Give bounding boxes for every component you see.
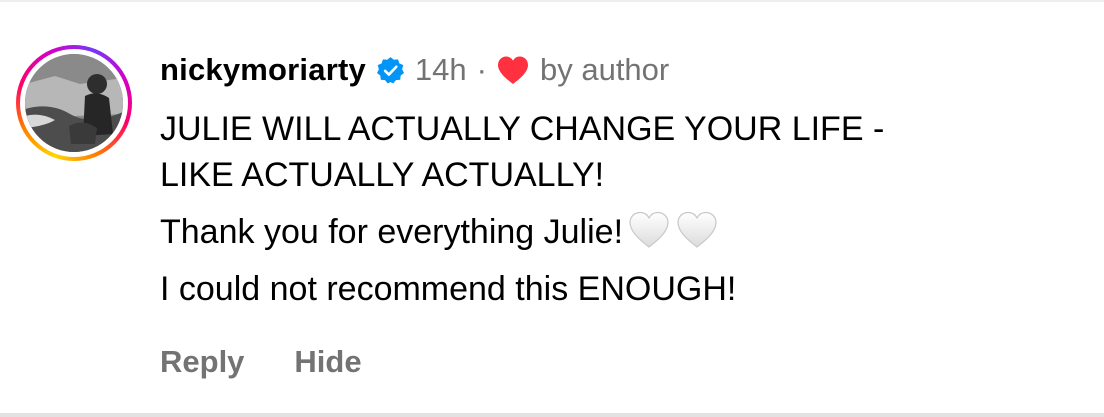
white-heart-icon: [675, 210, 719, 250]
comment-line: LIKE ACTUALLY ACTUALLY!: [160, 156, 605, 194]
verified-badge-icon: [376, 56, 405, 85]
comment-text: JULIE WILL ACTUALLY CHANGE YOUR LIFE - L…: [160, 106, 1090, 312]
comment-line: JULIE WILL ACTUALLY CHANGE YOUR LIFE -: [160, 110, 885, 148]
separator-dot: ·: [476, 52, 487, 87]
avatar[interactable]: [25, 54, 123, 152]
red-heart-icon: [496, 55, 530, 85]
liked-by-author-label: by author: [539, 52, 670, 87]
reply-button[interactable]: Reply: [160, 344, 244, 380]
hide-button[interactable]: Hide: [294, 344, 361, 380]
comment-actions: Reply Hide: [160, 344, 362, 380]
comment-line-text: Thank you for everything Julie!: [160, 213, 624, 251]
comment-line: I could not recommend this ENOUGH!: [160, 270, 737, 308]
comment: nickymoriarty 14h · by author JULIE WILL…: [0, 0, 1104, 413]
comment-header: nickymoriarty 14h · by author: [160, 50, 669, 90]
avatar-photo: [25, 54, 123, 152]
username-link[interactable]: nickymoriarty: [160, 52, 366, 88]
bottom-divider: [0, 413, 1104, 417]
story-ring[interactable]: [16, 45, 132, 161]
white-heart-icon: [627, 210, 671, 250]
comment-timestamp[interactable]: 14h: [415, 52, 467, 88]
comment-line-with-emoji: Thank you for everything Julie!: [160, 209, 1090, 255]
